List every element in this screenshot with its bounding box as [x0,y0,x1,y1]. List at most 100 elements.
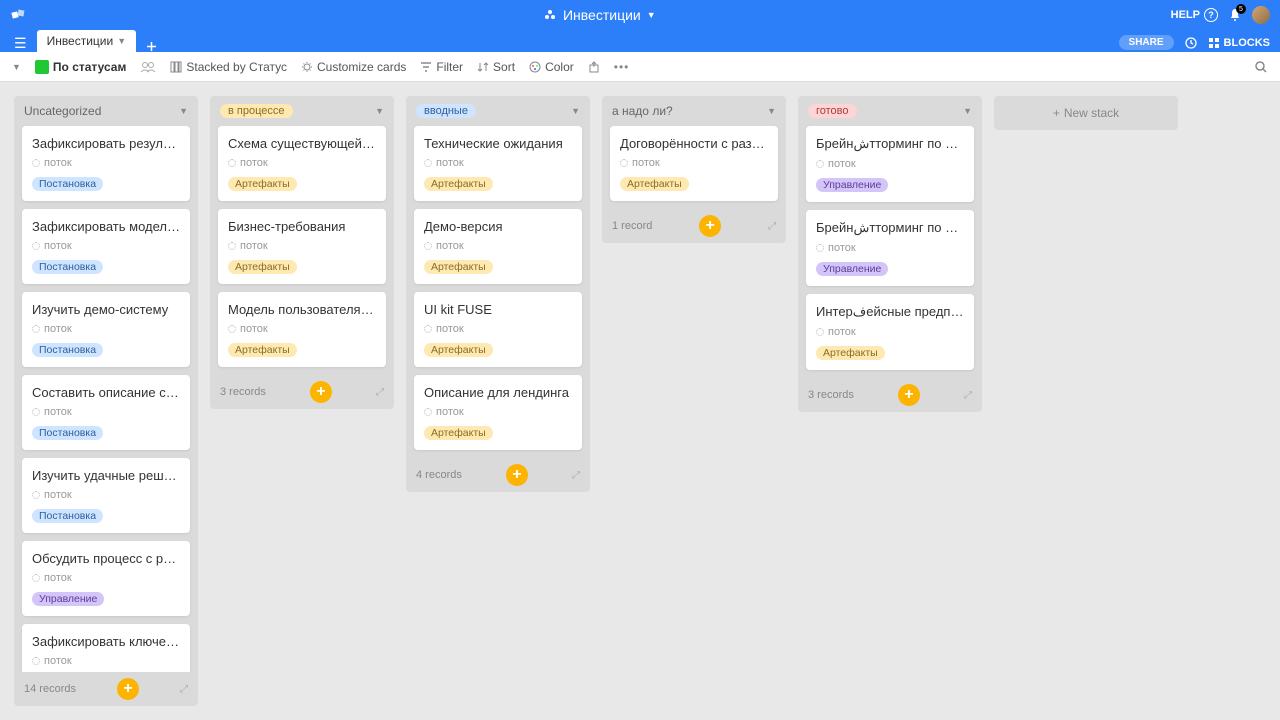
stack-title-pill: готово [808,104,857,118]
chevron-down-icon[interactable]: ▼ [375,106,384,116]
card[interactable]: Брейнشтторминг по бизн...потокУправление [806,210,974,286]
card[interactable]: Демо-версияпотокАртефакты [414,209,582,284]
card[interactable]: Зафиксировать модель п...потокПостановка [22,209,190,284]
stack-header[interactable]: Uncategorized▼ [14,96,198,126]
card[interactable]: Изучить удачные решени...потокПостановка [22,458,190,533]
chevron-down-icon[interactable]: ▼ [571,106,580,116]
card-title: Договорённости с разраб... [620,136,768,151]
expand-icon[interactable]: ⤢ [376,387,384,398]
card-tag: Постановка [32,177,103,191]
status-icon [816,244,824,252]
card-title: Описание для лендинга [424,385,572,400]
stack-header[interactable]: в процессе▼ [210,96,394,126]
card[interactable]: Схема существующей фу...потокАртефакты [218,126,386,201]
card-meta: поток [32,240,180,252]
card-meta: поток [32,489,180,501]
stack-header[interactable]: вводные▼ [406,96,590,126]
card[interactable]: Обсудить процесс с разр...потокУправлени… [22,541,190,616]
card[interactable]: UI kit FUSEпотокАртефакты [414,292,582,367]
card[interactable]: Зафиксировать ключевы...потокПостановка [22,624,190,672]
more-button[interactable]: ••• [614,60,630,74]
add-tab-button[interactable] [142,41,161,52]
status-icon [424,325,432,333]
help-button[interactable]: HELP ? [1171,8,1218,22]
status-icon [32,408,40,416]
logo-icon[interactable] [10,6,28,24]
menu-icon[interactable]: ☰ [10,35,31,52]
card-title: Технические ожидания [424,136,572,151]
export-button[interactable] [588,61,600,73]
collapse-icon[interactable]: ▼ [12,62,21,72]
avatar[interactable] [1252,6,1270,24]
card[interactable]: Технические ожиданияпотокАртефакты [414,126,582,201]
customize-button[interactable]: Customize cards [301,60,406,74]
add-card-button[interactable]: + [506,464,528,486]
collaborators-icon[interactable] [140,61,156,73]
stack-header[interactable]: готово ▼ [798,96,982,126]
card-meta: поток [32,323,180,335]
card-title: Бизнес-требования [228,219,376,234]
card[interactable]: Интерفейсные предпочт...потокАртефакты [806,294,974,370]
card[interactable]: Брейнشтторминг по польз...потокУправлени… [806,126,974,202]
card-tag: Постановка [32,426,103,440]
expand-icon[interactable]: ⤢ [180,684,188,695]
card[interactable]: Бизнес-требованияпотокАртефакты [218,209,386,284]
add-card-button[interactable]: + [310,381,332,403]
toolbar: ▼ По статусам Stacked by Статус Customiz… [0,52,1280,82]
status-icon [228,325,236,333]
add-card-button[interactable]: + [699,215,721,237]
search-button[interactable] [1254,60,1268,74]
cards-container: Технические ожиданияпотокАртефактыДемо-в… [406,126,590,458]
stacked-by-button[interactable]: Stacked by Статус [170,60,287,74]
card-tag: Артефакты [424,177,493,191]
tab-active[interactable]: Инвестиции ▼ [37,30,137,52]
card-tag: Управление [816,178,888,192]
card-title: Демо-версия [424,219,572,234]
history-button[interactable] [1184,36,1198,50]
tabbar: ☰ Инвестиции ▼ SHARE BLOCKS [0,30,1280,52]
base-title[interactable]: Инвестиции ▼ [543,7,656,23]
expand-icon[interactable]: ⤢ [964,390,972,401]
card[interactable]: Изучить демо-системупотокПостановка [22,292,190,367]
status-icon [32,325,40,333]
chevron-down-icon[interactable]: ▼ [179,106,188,116]
sort-button[interactable]: Sort [477,60,515,74]
stack-footer: 1 record+⤢ [602,209,786,243]
new-stack-button[interactable]: + New stack [994,96,1178,130]
chevron-down-icon[interactable]: ▼ [963,106,972,116]
card-title: Интерفейсные предпочт... [816,304,964,320]
card-meta: поток [424,240,572,252]
add-card-button[interactable]: + [117,678,139,700]
kanban-board: Uncategorized▼Зафиксировать результат...… [0,82,1280,720]
card-tag: Постановка [32,343,103,357]
card-title: Схема существующей фу... [228,136,376,151]
status-icon [424,408,432,416]
view-switcher[interactable]: По статусам [35,60,126,74]
record-count: 3 records [220,386,266,398]
expand-icon[interactable]: ⤢ [768,221,776,232]
card-meta: поток [228,323,376,335]
card[interactable]: Модель пользователя + ...потокАртефакты [218,292,386,367]
stack-title-text: а надо ли? [612,104,673,118]
card[interactable]: Описание для лендингапотокАртефакты [414,375,582,450]
card[interactable]: Зафиксировать результат...потокПостановк… [22,126,190,201]
stack-header[interactable]: а надо ли? ▼ [602,96,786,126]
kanban-icon [35,60,49,74]
blocks-button[interactable]: BLOCKS [1208,37,1270,49]
share-button[interactable]: SHARE [1119,35,1174,50]
card-meta: поток [228,157,376,169]
expand-icon[interactable]: ⤢ [572,470,580,481]
card-meta: поток [32,572,180,584]
notifications-button[interactable]: 5 [1228,8,1242,22]
gear-icon [301,61,313,73]
status-icon [816,160,824,168]
add-card-button[interactable]: + [898,384,920,406]
chevron-down-icon[interactable]: ▼ [767,106,776,116]
filter-button[interactable]: Filter [420,60,463,74]
card-meta: поток [32,157,180,169]
color-button[interactable]: Color [529,60,574,74]
card[interactable]: Договорённости с разраб...потокАртефакты [610,126,778,201]
card-title: Составить описание суще... [32,385,180,400]
card[interactable]: Составить описание суще...потокПостановк… [22,375,190,450]
card-tag: Артефакты [620,177,689,191]
